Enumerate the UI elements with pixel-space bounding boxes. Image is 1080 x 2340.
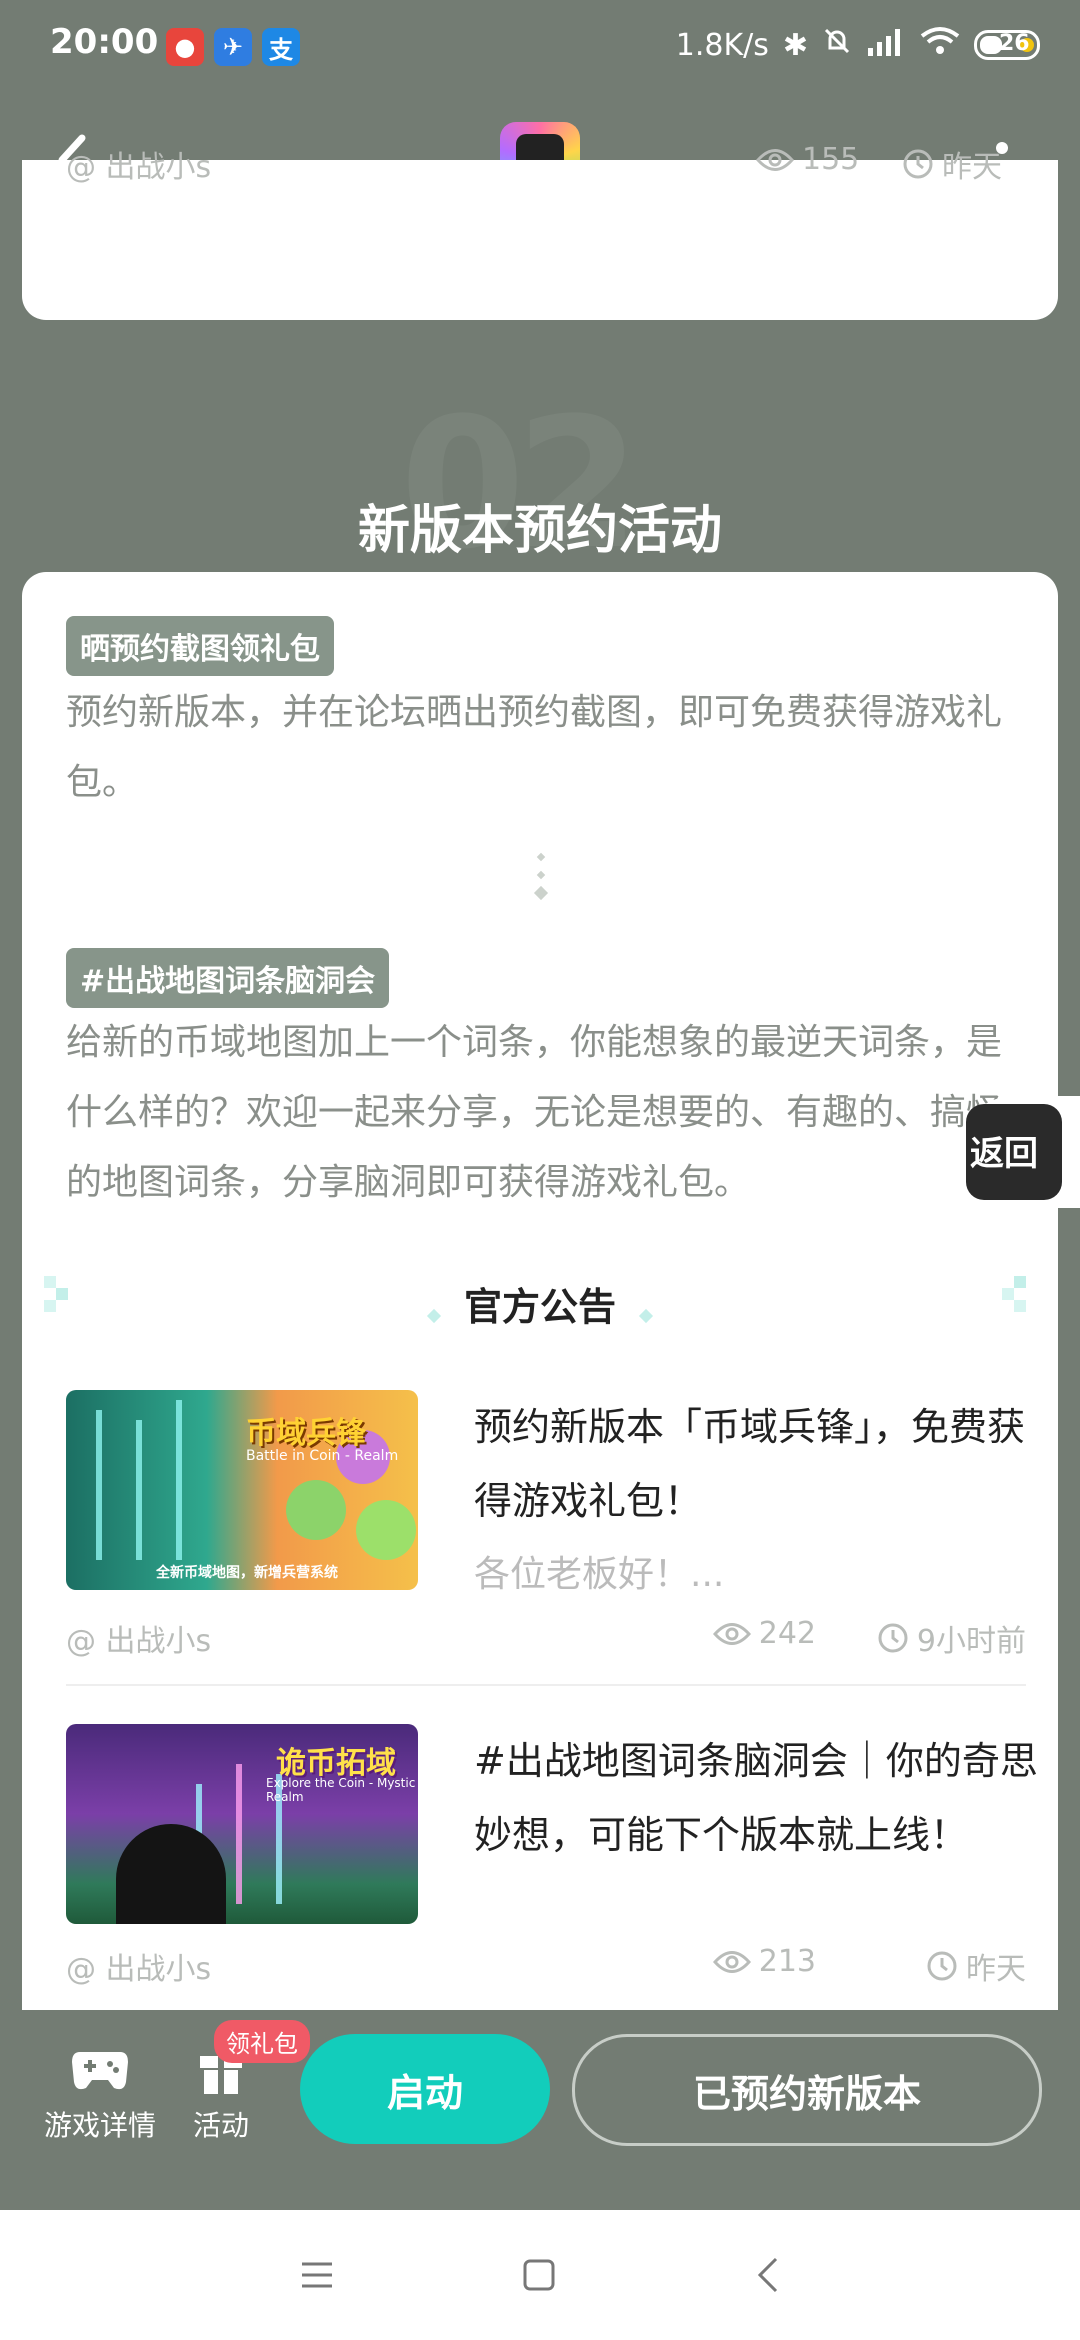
system-nav-bar	[0, 2210, 1080, 2340]
article-author: @ 出战小s	[66, 1624, 212, 1659]
article-title: 预约新版本「币域兵锋」，免费获得游戏礼包！ 各位老板好！...	[474, 1390, 1044, 1612]
home-nav-button[interactable]	[522, 2258, 556, 2296]
activity-item[interactable]: #出战地图词条脑洞会	[66, 948, 390, 1008]
article-time: 9小时前	[877, 1616, 1026, 1660]
article-views: 242	[712, 1616, 816, 1651]
article-title: #出战地图词条脑洞会｜你的奇思妙想，可能下个版本就上线！	[474, 1739, 1038, 1857]
game-detail-tab[interactable]: 游戏详情	[40, 2040, 160, 2144]
gamepad-icon	[70, 2040, 130, 2096]
previous-article-card[interactable]: @ 出战小s 155 昨天	[22, 142, 1058, 320]
article-item[interactable]: 币域兵锋 Battle in Coin - Realm 全新币域地图，新增兵营系…	[66, 1390, 1026, 1595]
notice-header: 官方公告	[22, 1276, 1058, 1331]
activity-tag: 晒预约截图领礼包	[66, 616, 334, 676]
article-thumbnail: 诡币拓域 Explore the Coin - Mystic Realm	[66, 1724, 418, 1924]
section-title: 新版本预约活动	[357, 501, 722, 561]
article-author: @ 出战小s	[66, 150, 212, 185]
notification-app-icon: ✈	[214, 28, 252, 66]
signal-icon	[866, 26, 906, 64]
article-time: 昨天	[902, 142, 1002, 186]
article-item[interactable]: 诡币拓域 Explore the Coin - Mystic Realm #出战…	[66, 1724, 1038, 1924]
reserved-button[interactable]: 已预约新版本	[572, 2034, 1042, 2146]
notice-title: 官方公告	[463, 1285, 616, 1329]
divider	[66, 1684, 1026, 1686]
article-subtitle: 各位老板好！...	[474, 1554, 725, 1595]
back-nav-button[interactable]	[756, 2256, 780, 2298]
mute-icon	[822, 26, 852, 64]
activity-tag: #出战地图词条脑洞会	[66, 948, 390, 1008]
menu-nav-button[interactable]	[300, 2260, 334, 2294]
clock-icon	[878, 1623, 908, 1653]
diamond-icon	[426, 1308, 441, 1323]
article-meta: @ 出战小s 242 9小时前	[66, 1616, 1026, 1659]
article-time: 昨天	[926, 1944, 1026, 1988]
battery-level: 26	[999, 31, 1030, 56]
activity-label: 活动	[192, 2109, 249, 2142]
game-detail-label: 游戏详情	[43, 2109, 156, 2142]
activity-card: 晒预约截图领礼包 预约新版本，并在论坛晒出预约截图，即可免费获得游戏礼包。 #出…	[22, 572, 1058, 2022]
activity-description: 预约新版本，并在论坛晒出预约截图，即可免费获得游戏礼包。	[66, 692, 1003, 803]
thumbnail-caption: 全新币域地图，新增兵营系统	[156, 1565, 338, 1581]
status-time: 20:00	[50, 22, 159, 62]
article-meta: @ 出战小s 213 昨天	[66, 1944, 1026, 1987]
activity-item[interactable]: 晒预约截图领礼包	[66, 616, 334, 676]
square-icon	[523, 2259, 555, 2291]
battery-icon: 26	[974, 30, 1040, 60]
diamond-icon	[639, 1308, 654, 1323]
article-views: 213	[712, 1944, 816, 1979]
gift-badge: 领礼包	[214, 2020, 310, 2063]
clock-icon	[927, 1951, 957, 1981]
notification-app-icon: ●	[166, 28, 204, 66]
status-bar: 20:00 ● ✈ 支 1.8K/s ✱ 26	[0, 0, 1080, 96]
eye-icon	[756, 148, 794, 171]
launch-button[interactable]: 启动	[300, 2034, 550, 2144]
article-author: @ 出战小s	[66, 1952, 212, 1987]
return-label: 返回	[970, 1134, 1038, 1174]
thumbnail-subtitle: Battle in Coin - Realm	[246, 1448, 399, 1464]
bluetooth-icon: ✱	[782, 27, 808, 63]
floating-return-button[interactable]: 返回	[958, 1096, 1080, 1208]
alipay-icon: 支	[262, 28, 300, 66]
clock-icon	[903, 149, 933, 179]
menu-icon	[302, 2262, 332, 2288]
thumbnail-subtitle: Explore the Coin - Mystic Realm	[266, 1776, 416, 1804]
article-views: 155	[756, 142, 859, 177]
wifi-icon	[920, 26, 960, 64]
status-indicators: 1.8K/s ✱ 26	[676, 26, 1040, 64]
article-thumbnail: 币域兵锋 Battle in Coin - Realm 全新币域地图，新增兵营系…	[66, 1390, 418, 1590]
thumbnail-title: 币域兵锋	[246, 1416, 366, 1451]
network-speed: 1.8K/s	[675, 27, 769, 63]
activity-description: 给新的币域地图加上一个词条，你能想象的最逆天词条，是什么样的？欢迎一起来分享，无…	[66, 1022, 1003, 1203]
eye-icon	[712, 1622, 751, 1645]
eye-icon	[712, 1950, 751, 1973]
chevron-left-icon	[757, 2257, 778, 2293]
